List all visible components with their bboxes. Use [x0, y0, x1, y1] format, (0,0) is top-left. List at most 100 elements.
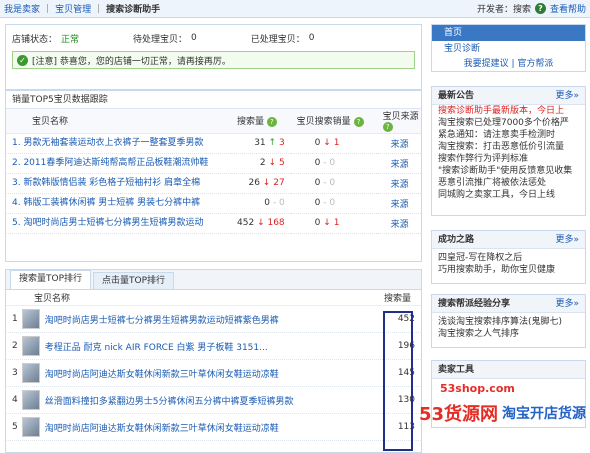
tab-search-rank[interactable]: 搜索量TOP排行 — [10, 270, 92, 289]
item-link[interactable]: 淘吧时尚店阿迪达斯女鞋休闲新款三叶草休闲女鞋运动凉鞋 — [45, 421, 375, 434]
sidebar-item-diagnose[interactable]: 宝贝诊断 — [432, 41, 585, 57]
item-link[interactable]: 考程正品 耐克 nick AIR FORCE 白紫 男子板鞋 3151... — [45, 340, 375, 353]
item-thumbnail[interactable] — [21, 363, 40, 383]
news-item[interactable]: "搜索诊断助手"使用反馈意见收集 — [432, 165, 585, 177]
item-link[interactable]: 淘吧时尚店阿迪达斯女鞋休闲新款三叶草休闲女鞋运动凉鞋 — [45, 367, 375, 380]
success-panel: 成功之路 更多» 四皇冠-写在降权之后 巧用搜索助手，助你宝贝健康 — [431, 230, 586, 284]
item-link[interactable]: 2. 2011春季阿迪达斯纯帮高帮正品板鞋潮流帅鞋 — [12, 155, 226, 168]
list-item: 5 淘吧时尚店阿迪达斯女鞋休闲新款三叶草休闲女鞋运动凉鞋 113 — [6, 414, 421, 441]
pending-value: 0 — [191, 33, 197, 43]
help-link[interactable]: 查看帮助 — [550, 2, 586, 15]
breadcrumb-separator: | — [97, 3, 101, 14]
watermark-slogan: 淘宝开店货源 — [502, 406, 586, 422]
success-title: 成功之路 — [438, 235, 475, 245]
dash-icon: - — [323, 198, 327, 208]
developer-label: 开发者：搜索 — [476, 5, 531, 15]
item-thumbnail[interactable] — [21, 336, 40, 356]
table-row: 4. 韩版工装裤休闲裤 男士短裤 男装七分裤中裤 0 - 0 0 - 0 来源 — [6, 193, 421, 214]
item-thumbnail[interactable] — [21, 417, 40, 437]
col-name: 宝贝名称 — [34, 294, 71, 304]
arrow-down-icon: ↓ — [323, 218, 331, 228]
arrow-down-icon: ↓ — [268, 158, 277, 168]
main-content: 店铺状态： 正常 待处理宝贝： 0 已处理宝贝： 0 ✓ [注意] 恭喜您，您的… — [5, 24, 422, 453]
source-link[interactable]: 来源 — [391, 160, 409, 170]
success-item[interactable]: 巧用搜索助手，助你宝贝健康 — [432, 264, 585, 276]
source-link[interactable]: 来源 — [391, 200, 409, 210]
list-item: 3 淘吧时尚店阿迪达斯女鞋休闲新款三叶草休闲女鞋运动凉鞋 145 — [6, 360, 421, 387]
processed-value: 0 — [308, 33, 315, 43]
list-item: 4 丝滑面料撞扣多紧翻边男士5分裤休闲五分裤中裤夏季短裤男款 130 — [6, 387, 421, 414]
more-link[interactable]: 更多» — [555, 87, 579, 104]
dash-icon: - — [272, 198, 277, 208]
watermark-brand: 53货源网 — [418, 404, 498, 425]
check-icon: ✓ — [17, 54, 28, 66]
watermark-logo: 53shop.com 53货源网 淘宝开店货源 — [400, 382, 586, 426]
col-source: 宝贝来源 ? — [376, 109, 421, 134]
store-status-panel: 店铺状态： 正常 待处理宝贝： 0 已处理宝贝： 0 ✓ [注意] 恭喜您，您的… — [5, 24, 422, 90]
dash-icon: - — [323, 178, 327, 188]
notice-banner: ✓ [注意] 恭喜您，您的店铺一切正常，请再接再厉。 — [12, 51, 415, 69]
share-item[interactable]: 淘宝搜索之人气排序 — [432, 328, 585, 340]
page-title: 搜索诊断助手 — [106, 5, 161, 15]
rank-tabs: 搜索量TOP排行 点击量TOP排行 — [6, 270, 421, 290]
sidebar-links[interactable]: 我要提建议 | 官方帮派 — [432, 57, 585, 71]
arrow-down-icon: ↓ — [262, 178, 271, 188]
tab-click-rank[interactable]: 点击量TOP排行 — [93, 272, 175, 289]
source-link[interactable]: 来源 — [391, 180, 409, 190]
help-icon[interactable]: ? — [534, 3, 546, 14]
success-item[interactable]: 四皇冠-写在降权之后 — [432, 252, 585, 264]
sidebar-item-home[interactable]: 首页 — [432, 25, 585, 41]
share-item[interactable]: 浅谈淘宝搜索排序算法(鬼脚七) — [432, 316, 585, 328]
watermark-url: 53shop.com — [440, 382, 515, 395]
breadcrumb-item-manage[interactable]: 宝贝管理 — [55, 2, 91, 15]
item-link[interactable]: 5. 淘吧时尚店男士短裤七分裤男生短裤男款运动 — [12, 215, 226, 228]
item-link[interactable]: 丝滑面料撞扣多紧翻边男士5分裤休闲五分裤中裤夏季短裤男款 — [45, 394, 375, 407]
topbar-right: 开发者：搜索 ? 查看帮助 — [477, 2, 586, 15]
list-item: 2 考程正品 耐克 nick AIR FORCE 白紫 男子板鞋 3151... 1… — [6, 333, 421, 360]
top5-title: 销量TOP5宝贝数据跟踪 — [6, 91, 421, 109]
source-link[interactable]: 来源 — [391, 140, 409, 150]
pending-label: 待处理宝贝： — [133, 34, 188, 45]
question-icon: ? — [266, 116, 277, 127]
sidebar: 首页 宝贝诊断 我要提建议 | 官方帮派 最新公告 更多» 搜索诊断助手最新版本，… — [431, 24, 586, 428]
news-item[interactable]: 搜索诊断助手最新版本，今日上 — [432, 105, 585, 117]
col-name: 宝贝名称 — [6, 109, 231, 134]
news-item[interactable]: 搜索作弊行为评判标准 — [432, 153, 585, 165]
item-link[interactable]: 4. 韩版工装裤休闲裤 男士短裤 男装七分裤中裤 — [12, 195, 226, 208]
item-link[interactable]: 1. 男款无袖套装运动衣上衣裤子一整套夏季男款 — [12, 135, 226, 148]
news-item[interactable]: 同城购之卖家工具，今日上线 — [432, 189, 585, 201]
store-status-value: 正常 — [61, 34, 80, 45]
search-count: 31 — [254, 138, 266, 148]
news-item[interactable]: 淘宝搜索：打击恶意低价引流量 — [432, 141, 585, 153]
question-icon: ? — [382, 122, 393, 132]
dash-icon: - — [323, 158, 327, 168]
more-link[interactable]: 更多» — [555, 295, 579, 312]
news-item[interactable]: 恶意引流推广将被依法惩处 — [432, 177, 585, 189]
item-link[interactable]: 3. 新款韩版情侣装 彩色格子短袖衬衫 肩章全棉 — [12, 175, 226, 188]
list-item: 1 淘吧时尚店男士短裤七分裤男生短裤男款运动短裤紫色男裤 452 — [6, 306, 421, 333]
more-link[interactable]: 更多» — [555, 231, 579, 248]
processed-label: 已处理宝贝： — [250, 34, 305, 45]
search-delta: 3 — [278, 138, 285, 148]
item-thumbnail[interactable] — [21, 390, 40, 410]
news-title: 最新公告 — [438, 91, 475, 101]
notice-text: [注意] 恭喜您，您的店铺一切正常，请再接再厉。 — [32, 56, 231, 67]
table-row: 1. 男款无袖套装运动衣上衣裤子一整套夏季男款 31 ↑ 3 0 ↓ 1 来源 — [6, 133, 421, 154]
source-link[interactable]: 来源 — [391, 220, 409, 230]
item-link[interactable]: 淘吧时尚店男士短裤七分裤男生短裤男款运动短裤紫色男裤 — [45, 313, 375, 326]
highlight-box — [383, 311, 413, 451]
breadcrumb-separator: | — [46, 3, 50, 14]
news-item[interactable]: 紧急通知：请注意卖手检测时 — [432, 129, 585, 141]
store-status-label: 店铺状态： — [12, 34, 58, 45]
breadcrumb-seller[interactable]: 我是卖家 — [4, 2, 40, 15]
share-title: 搜索帮派经验分享 — [438, 299, 511, 309]
news-item[interactable]: 淘宝搜索已处理7000多个价格严 — [432, 117, 585, 129]
arrow-up-icon: ↑ — [268, 138, 277, 148]
arrow-down-icon: ↓ — [323, 138, 331, 148]
top-bar: 我是卖家 | 宝贝管理 | 搜索诊断助手 开发者：搜索 ? 查看帮助 — [0, 0, 590, 18]
item-thumbnail[interactable] — [21, 309, 40, 329]
top5-panel: 销量TOP5宝贝数据跟踪 宝贝名称 搜索量 ? 宝贝搜索销量 ? 宝贝来源 ? … — [5, 90, 422, 262]
tools-title: 卖家工具 — [438, 365, 475, 375]
sidebar-nav: 首页 宝贝诊断 我要提建议 | 官方帮派 — [431, 24, 586, 72]
table-row: 3. 新款韩版情侣装 彩色格子短袖衬衫 肩章全棉 26 ↓ 27 0 - 0 来… — [6, 173, 421, 194]
